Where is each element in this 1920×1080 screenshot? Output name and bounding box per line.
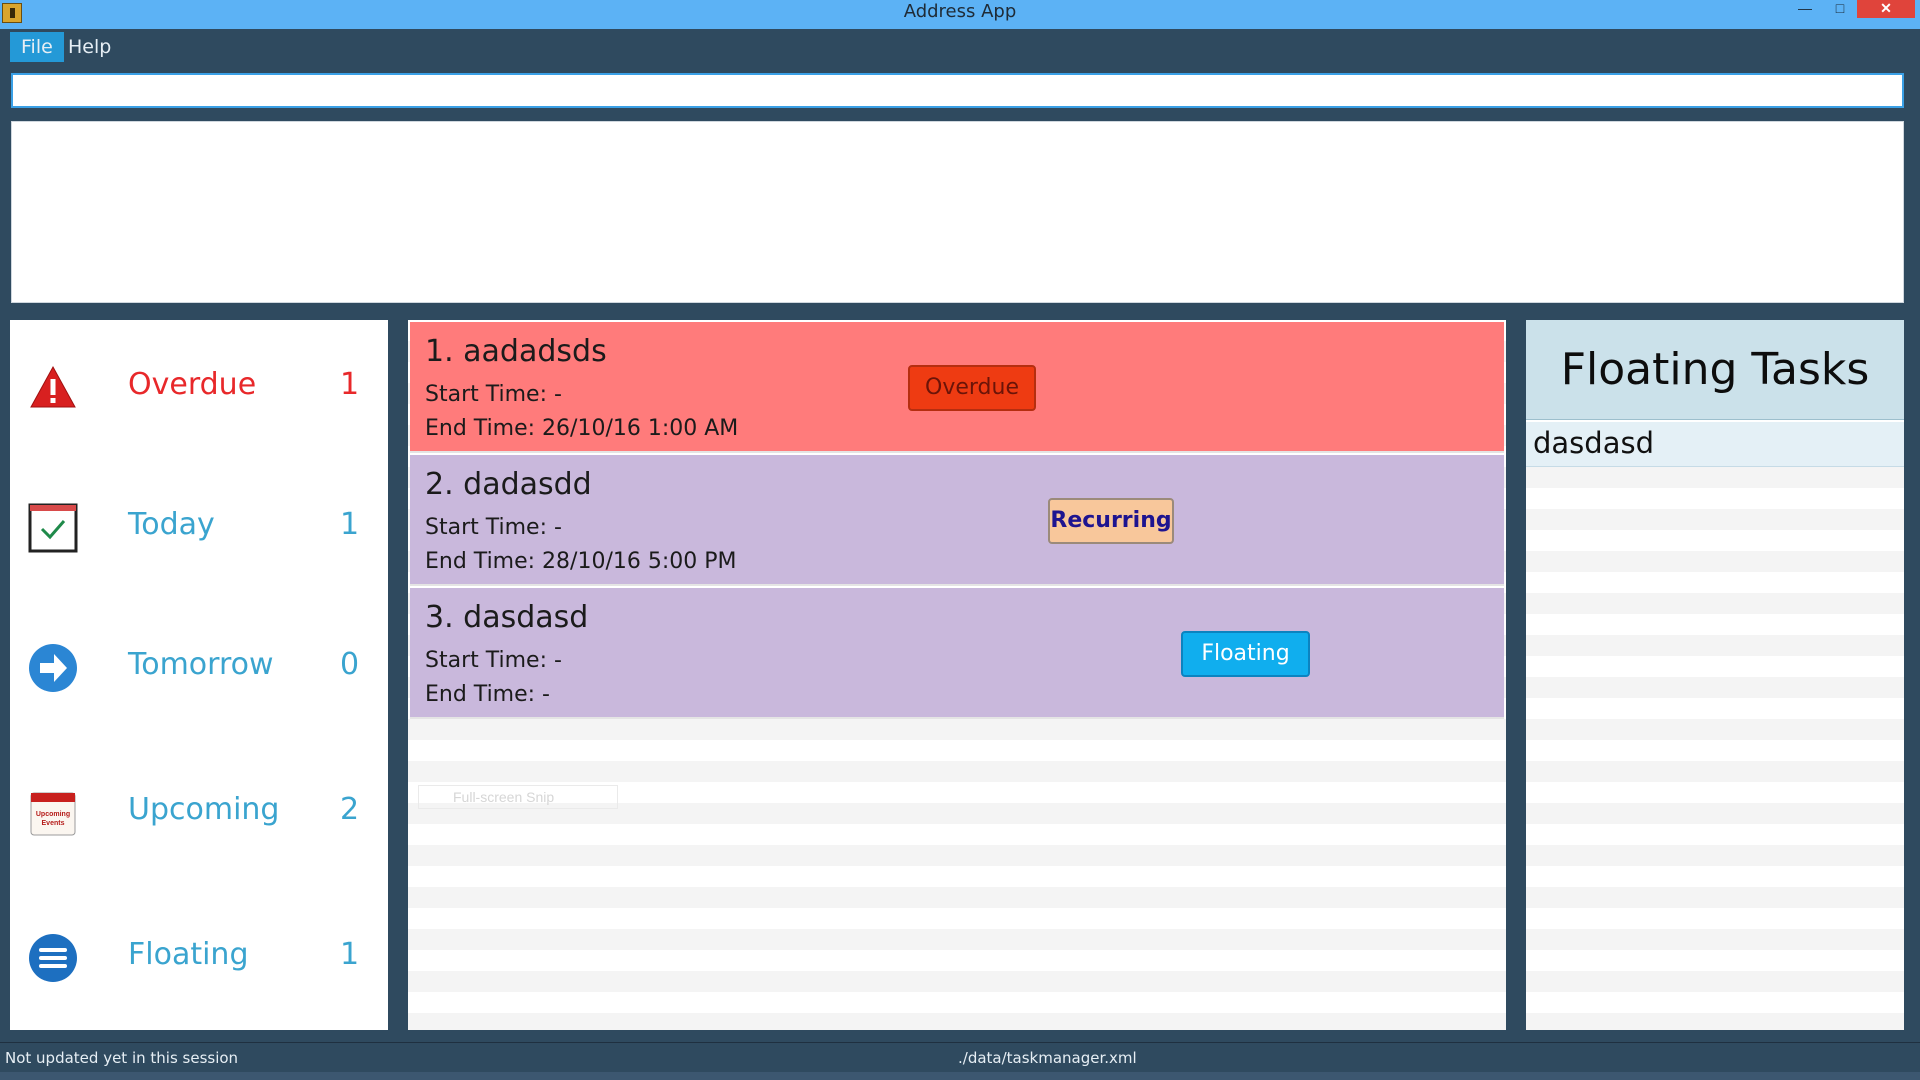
task-end-time: End Time: 28/10/16 5:00 PM — [425, 549, 737, 574]
status-bar: Not updated yet in this session ./data/t… — [0, 1042, 1920, 1072]
svg-text:Events: Events — [42, 820, 65, 827]
floating-tasks-title: Floating Tasks — [1560, 344, 1870, 395]
close-button[interactable]: ✕ — [1857, 0, 1915, 18]
floating-tag: Floating — [1181, 631, 1310, 677]
task-card[interactable]: 3. dasdasd Start Time: - End Time: - Flo… — [410, 588, 1504, 719]
sidebar-item-count: 2 — [340, 792, 360, 827]
list-lines-circle-icon — [29, 934, 77, 982]
sidebar-item-label: Floating — [128, 937, 249, 972]
task-start-time: Start Time: - — [425, 515, 562, 540]
snip-ghost-label: Full-screen Snip — [418, 785, 618, 809]
task-name: 3. dasdasd — [425, 600, 589, 635]
task-name: 2. dadasdd — [425, 467, 592, 502]
floating-task-item[interactable]: dasdasd — [1526, 422, 1904, 467]
taskbar-strip — [0, 1072, 1920, 1080]
task-start-time: Start Time: - — [425, 382, 562, 407]
upcoming-events-calendar-icon: Upcoming Events — [30, 792, 76, 836]
minimize-button[interactable]: — — [1785, 0, 1825, 18]
sidebar-item-label: Overdue — [128, 367, 257, 402]
sidebar-item-label: Today — [128, 507, 215, 542]
title-bar: Address App — □ ✕ — [0, 0, 1920, 29]
window-title: Address App — [903, 1, 1017, 22]
sync-status-text: Not updated yet in this session — [5, 1049, 239, 1067]
sidebar-item-count: 1 — [340, 937, 360, 972]
sidebar-item-upcoming[interactable]: Upcoming Events Upcoming 2 — [10, 770, 388, 850]
sidebar-item-count: 1 — [340, 507, 360, 542]
sidebar-item-label: Upcoming — [128, 792, 280, 827]
command-input[interactable] — [11, 73, 1904, 108]
sidebar-item-overdue[interactable]: Overdue 1 — [10, 345, 388, 425]
calendar-check-icon — [28, 503, 78, 553]
sidebar-item-count: 1 — [340, 367, 360, 402]
overdue-tag: Overdue — [908, 365, 1036, 411]
task-card[interactable]: 1. aadadsds Start Time: - End Time: 26/1… — [410, 322, 1504, 453]
save-location-text: ./data/taskmanager.xml — [958, 1049, 1137, 1067]
task-name: 1. aadadsds — [425, 334, 607, 369]
sidebar-item-floating[interactable]: Floating 1 — [10, 915, 388, 995]
task-list[interactable]: 1. aadadsds Start Time: - End Time: 26/1… — [408, 320, 1506, 1030]
category-sidebar: Overdue 1 Today 1 Tomorrow 0 Upcoming Ev… — [10, 320, 388, 1030]
menu-bar: File Help — [0, 29, 1920, 65]
task-end-time: End Time: - — [425, 682, 550, 707]
task-card[interactable]: 2. dadasdd Start Time: - End Time: 28/10… — [410, 455, 1504, 586]
result-display — [11, 121, 1904, 303]
floating-tasks-header: Floating Tasks — [1526, 320, 1904, 420]
sidebar-item-tomorrow[interactable]: Tomorrow 0 — [10, 625, 388, 705]
arrow-right-circle-icon — [29, 644, 77, 692]
svg-text:Upcoming: Upcoming — [36, 811, 70, 818]
task-end-time: End Time: 26/10/16 1:00 AM — [425, 416, 739, 441]
sidebar-item-label: Tomorrow — [128, 647, 274, 682]
maximize-button[interactable]: □ — [1820, 0, 1860, 18]
warning-triangle-icon — [30, 365, 76, 408]
menu-help[interactable]: Help — [57, 32, 122, 62]
menu-file[interactable]: File — [10, 32, 64, 62]
sidebar-item-count: 0 — [340, 647, 360, 682]
sidebar-item-today[interactable]: Today 1 — [10, 485, 388, 565]
recurring-tag: Recurring — [1048, 498, 1174, 544]
floating-task-name: dasdasd — [1533, 426, 1654, 460]
task-start-time: Start Time: - — [425, 648, 562, 673]
floating-tasks-panel[interactable]: Floating Tasks dasdasd — [1526, 320, 1904, 1030]
